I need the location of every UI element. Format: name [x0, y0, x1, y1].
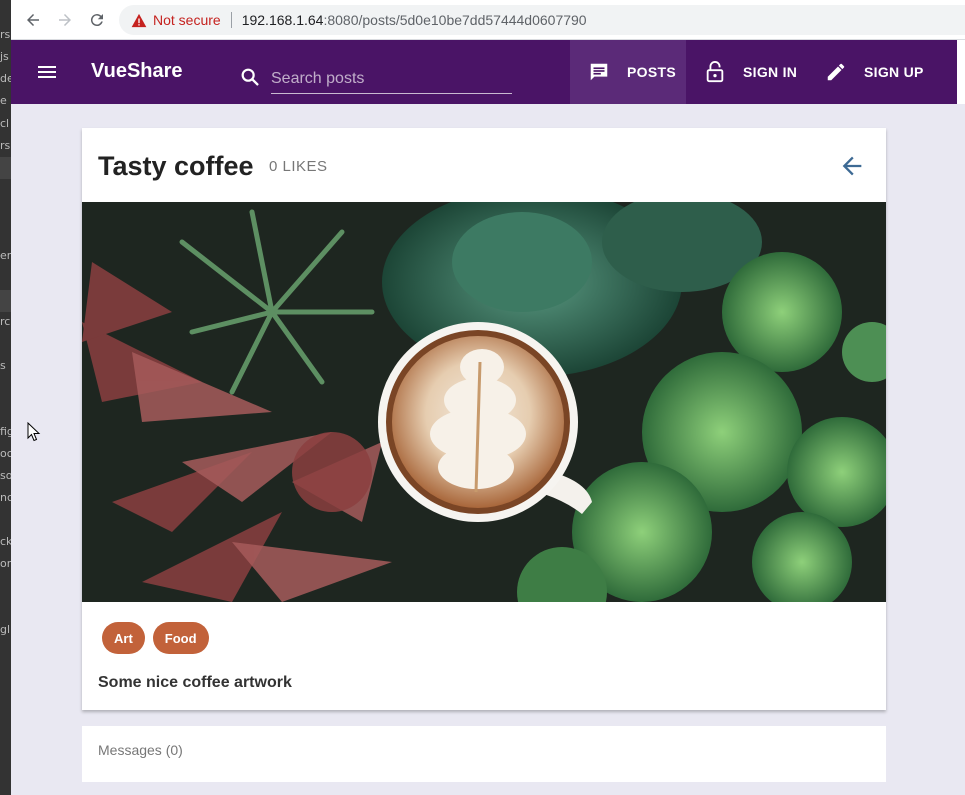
- category-chip[interactable]: Art: [102, 622, 145, 654]
- post-image: [82, 202, 886, 602]
- reload-icon: [90, 14, 103, 27]
- url-path: :8080/posts/5d0e10be7dd57444d0607790: [323, 12, 587, 28]
- url-host: 192.168.1.64: [241, 12, 324, 28]
- post-card: Tasty coffee 0 LIKES Art Food Some nice …: [82, 128, 886, 710]
- address-bar[interactable]: Not secure 192.168.1.64:8080/posts/5d0e1…: [119, 5, 965, 35]
- category-chips: Art Food: [102, 622, 209, 654]
- background-window-strip: rs, js de e cl rs. en rc s fig oc so nc …: [0, 0, 11, 795]
- window-edge: [957, 40, 965, 104]
- arrow-left-icon: [842, 156, 862, 176]
- arrow-back-icon: [27, 14, 39, 26]
- search-input[interactable]: [271, 64, 512, 94]
- nav-sign-in[interactable]: SIGN IN: [703, 40, 797, 104]
- url-separator: [230, 12, 232, 28]
- menu-icon: [38, 66, 56, 78]
- post-description: Some nice coffee artwork: [98, 674, 292, 691]
- security-label: Not secure: [153, 12, 221, 28]
- mouse-cursor-icon: [27, 421, 41, 447]
- main-content: Tasty coffee 0 LIKES Art Food Some nice …: [11, 104, 965, 795]
- back-button[interactable]: [836, 150, 868, 182]
- warning-triangle-icon: [131, 13, 147, 27]
- browser-toolbar: Not secure 192.168.1.64:8080/posts/5d0e1…: [11, 0, 965, 40]
- lock-open-icon: [703, 60, 727, 84]
- nav-posts-label: POSTS: [627, 64, 676, 80]
- chat-icon: [587, 60, 611, 84]
- browser-reload-button[interactable]: [86, 9, 108, 31]
- brand-title[interactable]: VueShare: [91, 60, 183, 83]
- post-title: Tasty coffee: [98, 151, 254, 181]
- nav-sign-up-label: SIGN UP: [864, 64, 924, 80]
- pencil-icon: [824, 60, 848, 84]
- messages-title: Messages (0): [98, 742, 183, 758]
- nav-posts[interactable]: POSTS: [570, 40, 686, 104]
- nav-sign-up[interactable]: SIGN UP: [824, 40, 924, 104]
- browser-back-button[interactable]: [22, 9, 44, 31]
- post-likes: 0 LIKES: [269, 158, 328, 175]
- app-toolbar: VueShare POSTS SIGN IN SIGN UP: [11, 40, 957, 104]
- nav-sign-in-label: SIGN IN: [743, 64, 798, 80]
- menu-button[interactable]: [35, 60, 59, 84]
- arrow-forward-icon: [59, 14, 71, 26]
- messages-card: Messages (0): [82, 726, 886, 782]
- category-chip[interactable]: Food: [152, 622, 209, 654]
- browser-forward-button[interactable]: [54, 9, 76, 31]
- security-warning[interactable]: Not secure: [131, 12, 221, 28]
- search-icon: [239, 66, 261, 88]
